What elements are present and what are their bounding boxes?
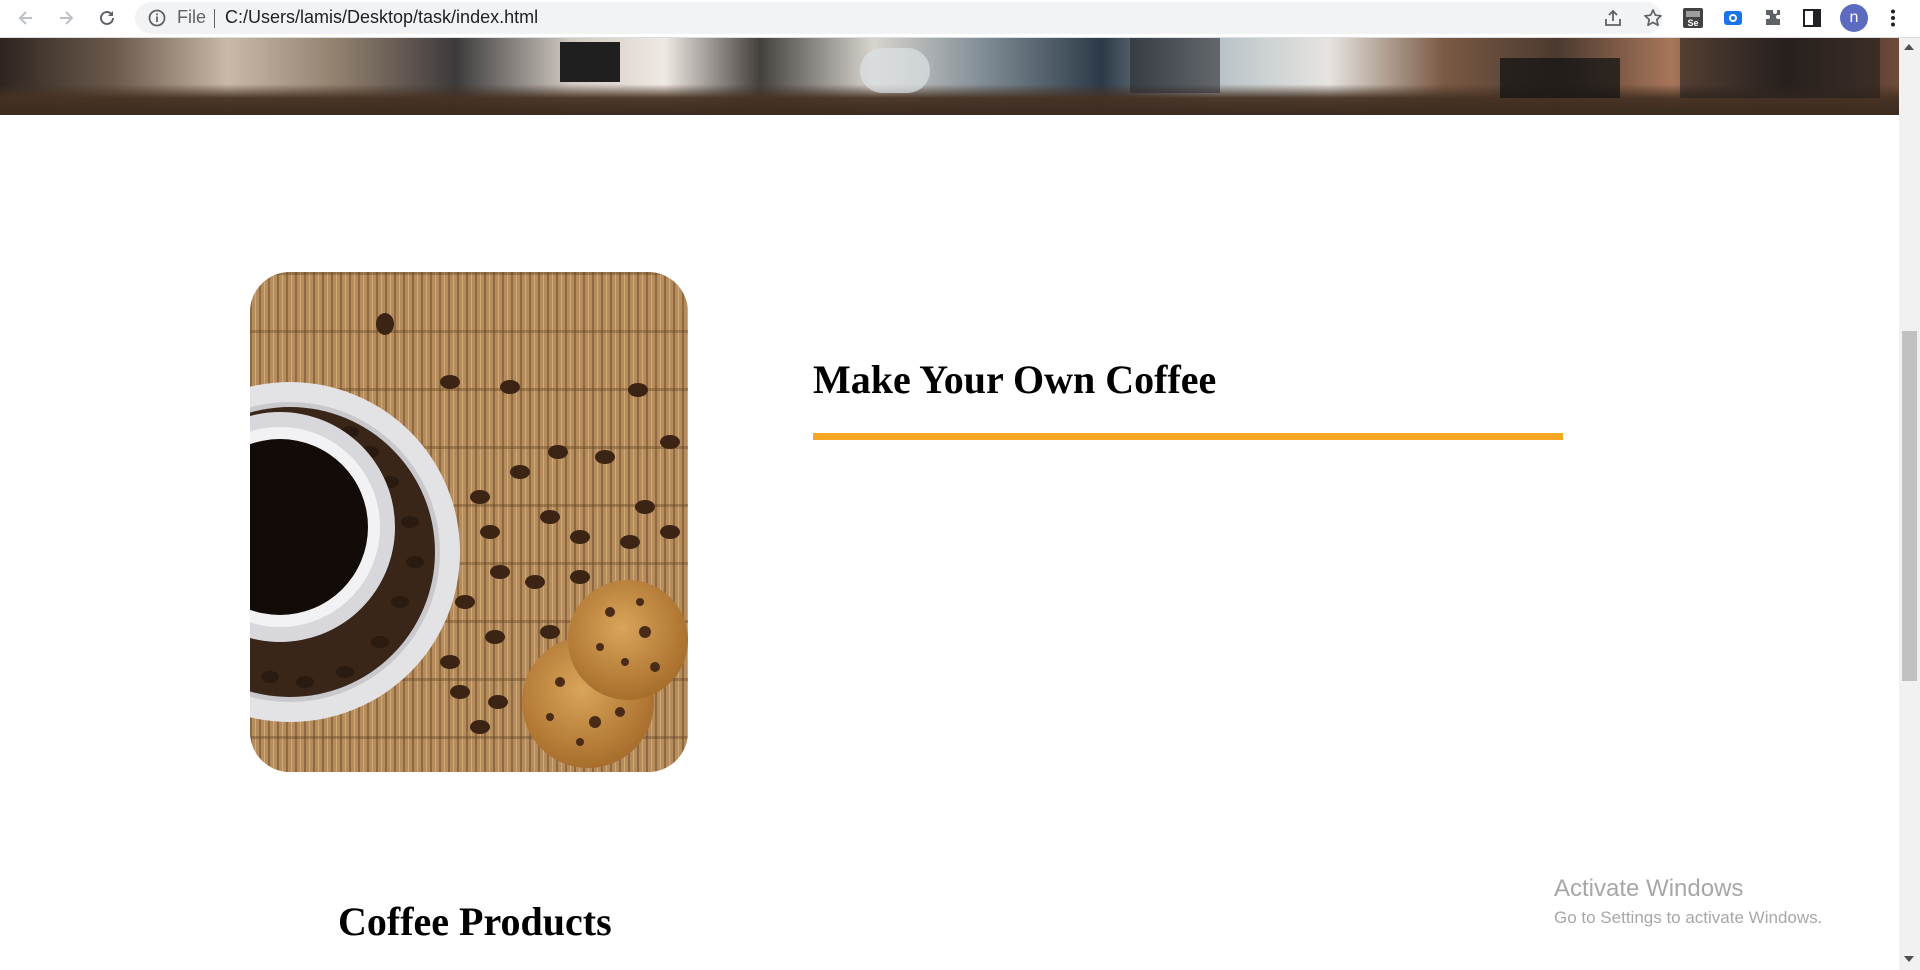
coffee-cup-beans-cookies-image: [250, 272, 688, 772]
profile-avatar[interactable]: n: [1840, 4, 1868, 32]
vertical-scrollbar[interactable]: [1899, 38, 1920, 970]
screen-capture-glyph: [1724, 11, 1742, 25]
side-panel-icon: [1803, 9, 1821, 27]
selenium-extension-icon[interactable]: Se: [1681, 6, 1705, 30]
coffee-photo: [250, 272, 688, 772]
page-viewport: Make Your Own Coffee Coffee Products Act…: [0, 38, 1899, 970]
back-button[interactable]: [12, 4, 40, 32]
hero-espresso-machine: [1680, 38, 1880, 98]
scroll-up-arrow-icon[interactable]: [1904, 44, 1914, 50]
hero-counter-dark: [1500, 58, 1620, 98]
hero-cafe-image: [0, 38, 1899, 115]
hero-chalkboard: [560, 42, 620, 82]
svg-text:Se: Se: [1687, 18, 1698, 28]
side-panel-button[interactable]: [1800, 6, 1824, 30]
reload-icon: [100, 10, 114, 25]
activate-windows-subtitle: Go to Settings to activate Windows.: [1554, 908, 1823, 927]
hero-glass-jar: [860, 48, 930, 93]
browser-toolbar: File C:/Users/lamis/Desktop/task/index.h…: [0, 0, 1920, 38]
share-icon[interactable]: [1602, 7, 1624, 29]
hero-person: [1130, 38, 1220, 93]
scrollbar-thumb[interactable]: [1902, 331, 1917, 681]
coffee-products-heading: Coffee Products: [338, 899, 612, 944]
heading-underline: [813, 433, 1563, 440]
star-icon[interactable]: [1642, 7, 1664, 29]
address-bar[interactable]: File C:/Users/lamis/Desktop/task/index.h…: [135, 2, 1662, 34]
more-vertical-icon: [1891, 9, 1895, 27]
scroll-down-arrow-icon[interactable]: [1904, 956, 1914, 962]
extensions-button[interactable]: [1761, 6, 1785, 30]
address-scheme-label: File: [177, 7, 207, 27]
forward-button[interactable]: [52, 4, 80, 32]
activate-windows-title: Activate Windows: [1554, 875, 1744, 902]
address-separator: [214, 9, 215, 28]
screen-capture-extension-icon[interactable]: [1721, 6, 1745, 30]
se-extension-glyph: Se: [1683, 8, 1703, 28]
browser-menu-button[interactable]: [1881, 6, 1905, 30]
address-url[interactable]: C:/Users/lamis/Desktop/task/index.html: [225, 7, 538, 28]
puzzle-icon: [1766, 10, 1780, 25]
arrow-left-icon: [18, 11, 32, 25]
make-your-own-coffee-heading: Make Your Own Coffee: [813, 357, 1217, 402]
arrow-right-icon: [60, 11, 74, 25]
info-icon[interactable]: [147, 8, 167, 28]
reload-button[interactable]: [93, 4, 121, 32]
